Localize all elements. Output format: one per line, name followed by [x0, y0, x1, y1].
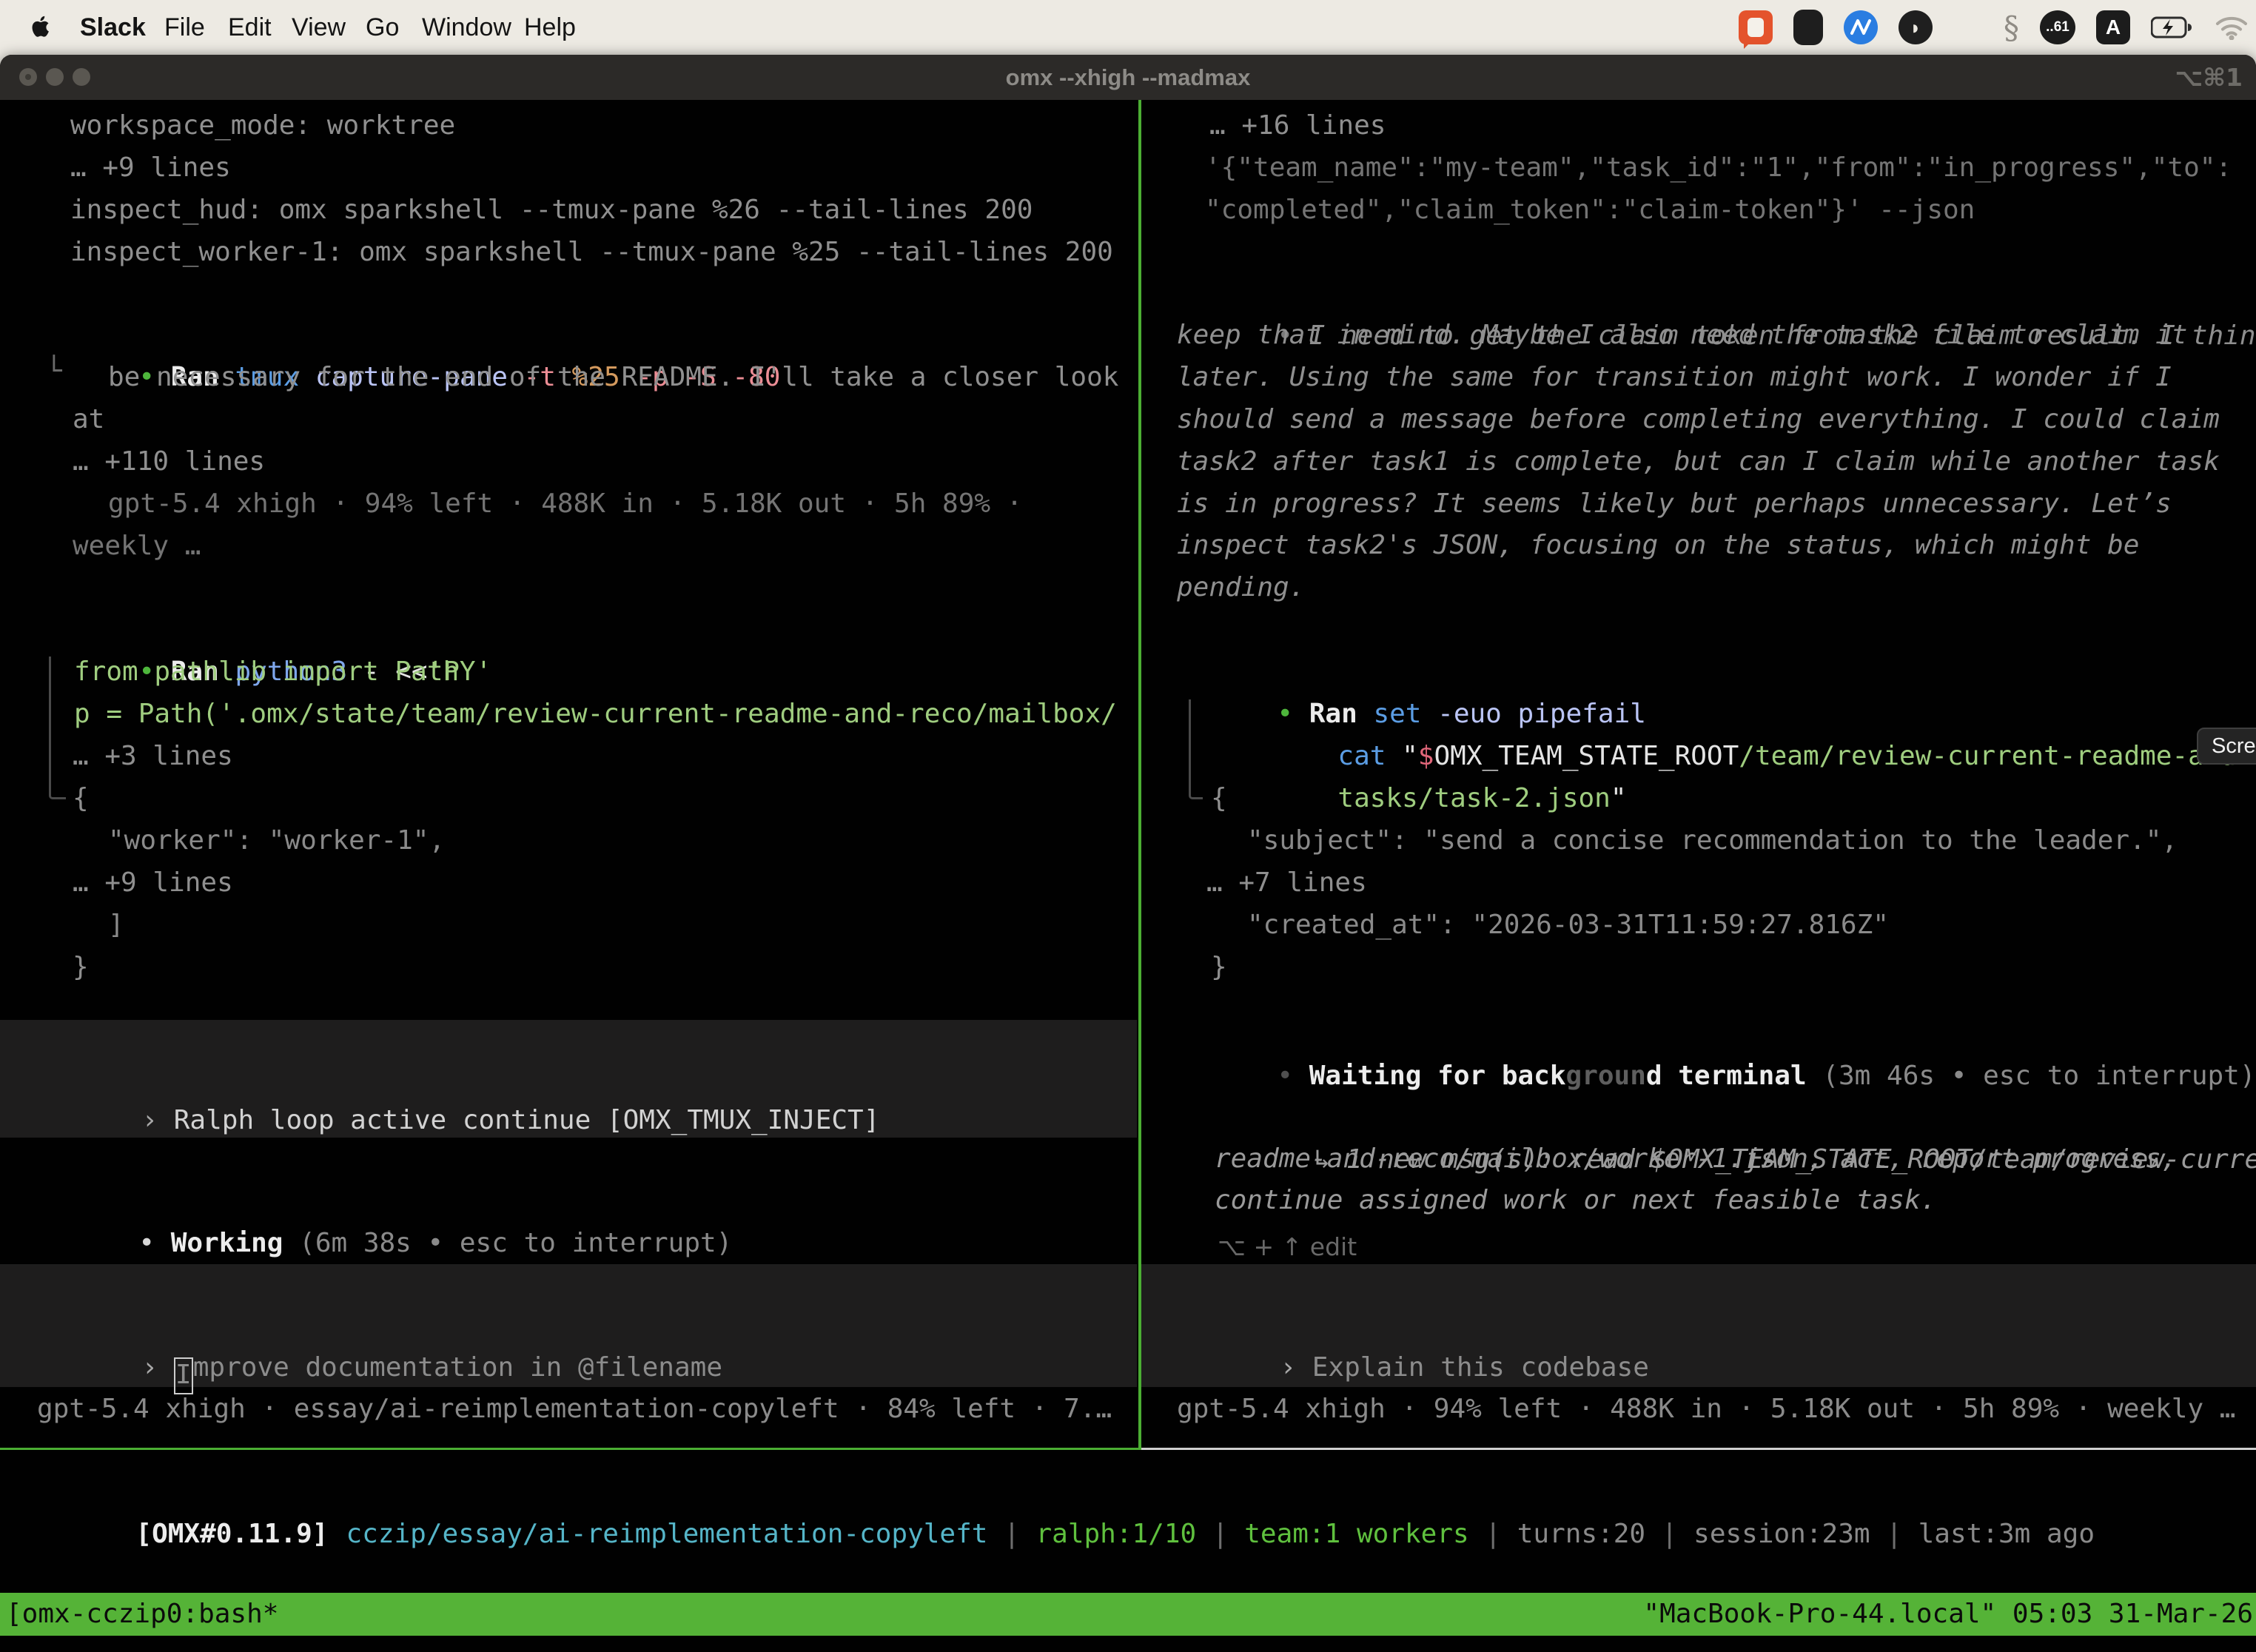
desktop: Slack File Edit View Go Window Help ◗ § … — [0, 0, 2256, 1652]
thinking-text: inspect task2's JSON, focusing on the st… — [1177, 524, 2139, 566]
output-connector-line — [1189, 699, 1203, 799]
apple-menu-icon[interactable] — [31, 14, 52, 43]
thinking-text: should send a message before completing … — [1177, 398, 2220, 440]
shimmer-text: groun — [1566, 1061, 1646, 1091]
window-title: omx --xhigh --madmax — [0, 55, 2256, 100]
omx-project-path: cczip/essay/ai-reimplementation-copyleft — [346, 1519, 987, 1549]
thinking-text: keep that in mind. Maybe I also need the… — [1177, 314, 2187, 356]
heredoc-code: p = Path('.omx/state/team/review-current… — [74, 693, 1117, 735]
menu-item-file[interactable]: File — [164, 0, 205, 55]
log-line-inspect-hud: inspect_hud: omx sparkshell --tmux-pane … — [70, 189, 1033, 231]
ralph-loop-banner-text: › Ralph loop active continue [OMX_TMUX_I… — [13, 1057, 879, 1183]
usage-badge-icon[interactable]: ..61 — [2040, 10, 2075, 44]
prompt-placeholder: mprove documentation in @filename — [193, 1352, 722, 1383]
output-connector-line — [49, 657, 66, 799]
turns-counter: turns:20 — [1517, 1519, 1645, 1549]
working-meta: (6m 38s • esc to interrupt) — [283, 1228, 732, 1258]
omx-version: [OMX#0.11.9] — [135, 1519, 346, 1549]
json-output: { — [73, 777, 89, 819]
prompt-placeholder: Explain this codebase — [1312, 1352, 1649, 1383]
collapsed-lines-indicator[interactable]: … +7 lines — [1206, 862, 1367, 904]
input-source-icon[interactable]: A — [2096, 10, 2130, 44]
menu-item-help[interactable]: Help — [524, 0, 576, 55]
window-shortcut-hint: ⌥⌘1 — [2175, 55, 2243, 100]
json-output: "subject": "send a concise recommendatio… — [1247, 819, 2178, 862]
collapsed-lines-indicator[interactable]: … +16 lines — [1209, 104, 1386, 147]
prompt-chevron-icon: › — [1280, 1352, 1312, 1383]
token-usage-line: gpt-5.4 xhigh · 94% left · 488K in · 5.1… — [108, 483, 1022, 525]
terminal-content: workspace_mode: worktree … +9 lines insp… — [0, 100, 2256, 1652]
status-bullet-icon: • — [1277, 1061, 1309, 1091]
thinking-text: is in progress? It seems likely but perh… — [1177, 483, 2172, 525]
last-activity: last:3m ago — [1918, 1519, 2095, 1549]
battery-icon[interactable] — [2151, 16, 2194, 38]
menu-item-window[interactable]: Window — [422, 0, 511, 55]
collapsed-lines-indicator[interactable]: … +110 lines — [73, 440, 265, 483]
omx-status-line: [OMX#0.11.9]cczip/essay/ai-reimplementat… — [7, 1471, 2095, 1597]
screenshot-app-icon[interactable] — [1739, 10, 1773, 44]
file-path: tasks/task-2.json — [1337, 783, 1610, 813]
json-output: } — [1211, 946, 1227, 988]
team-workers: team:1 workers — [1244, 1519, 1468, 1549]
wifi-icon[interactable] — [2215, 15, 2249, 40]
tmux-host-clock: "MacBook-Pro-44.local" 05:03 31-Mar-26 — [1643, 1593, 2253, 1636]
ralph-counter: ralph:1/10 — [1035, 1519, 1196, 1549]
sync-badge-icon[interactable] — [1844, 10, 1878, 44]
collapsed-lines-indicator[interactable]: … +3 lines — [73, 735, 233, 777]
collapsed-lines-indicator[interactable]: … +9 lines — [73, 862, 233, 904]
terminal-window: omx --xhigh --madmax ⌥⌘1 workspace_mode:… — [0, 55, 2256, 1652]
thinking-text: later. Using the same for transition mig… — [1177, 356, 2172, 398]
command-output: at — [73, 398, 104, 440]
tmux-session-name[interactable]: [omx-cczip0:bash* — [6, 1593, 278, 1636]
model-status-right: gpt-5.4 xhigh · 94% left · 488K in · 5.1… — [1177, 1388, 2235, 1430]
waiting-meta: (3m 46s • esc to interrupt) — [1807, 1061, 2256, 1091]
output-corner-icon: └ — [46, 350, 62, 392]
menu-bar-status-icons: ◗ § ..61 A — [1739, 0, 2249, 55]
json-output: } — [73, 946, 89, 988]
pane-border-right — [1141, 1448, 2256, 1450]
json-output: ] — [108, 904, 124, 946]
status-bullet-icon: • — [138, 1228, 170, 1258]
menu-bar: Slack File Edit View Go Window Help ◗ § … — [0, 0, 2256, 55]
json-output: "worker": "worker-1", — [108, 819, 445, 862]
session-duration: session:23m — [1693, 1519, 1870, 1549]
grid-icon[interactable] — [1953, 13, 1983, 42]
collapsed-lines-indicator[interactable]: … +9 lines — [70, 147, 231, 189]
tmux-status-bar: [omx-cczip0:bash* "MacBook-Pro-44.local"… — [0, 1593, 2256, 1636]
squiggle-icon[interactable]: § — [2004, 10, 2019, 46]
log-line-workspace-mode: workspace_mode: worktree — [70, 104, 455, 147]
json-output: "created_at": "2026-03-31T11:59:27.816Z" — [1247, 904, 1889, 946]
menu-item-go[interactable]: Go — [366, 0, 399, 55]
menu-item-view[interactable]: View — [292, 0, 346, 55]
file-path: /team/review-current-readme-and-reco/ — [1739, 741, 2256, 771]
pane-border-left — [0, 1448, 1138, 1450]
working-label: Working — [171, 1228, 283, 1258]
prompt-chevron-icon: › — [141, 1352, 173, 1383]
chevron-icon: › — [141, 1105, 173, 1135]
mailbox-message: continue assigned work or next feasible … — [1215, 1179, 1936, 1221]
command-json-arg: '{"team_name":"my-team","task_id":"1","f… — [1205, 147, 2232, 189]
tooltip-text: Scre — [2212, 734, 2256, 758]
mailbox-message: readme-and-reco/mailbox/worker-1.json, a… — [1215, 1138, 2177, 1180]
command-json-arg: "completed","claim_token":"claim-token"}… — [1205, 189, 1975, 231]
pane-divider[interactable] — [1138, 100, 1141, 1450]
menu-item-edit[interactable]: Edit — [228, 0, 272, 55]
token-usage-line: weekly … — [73, 525, 201, 567]
title-bar[interactable]: omx --xhigh --madmax ⌥⌘1 — [0, 55, 2256, 101]
thinking-text: task2 after task1 is complete, but can I… — [1177, 440, 2220, 483]
json-output: { — [1211, 777, 1227, 819]
screenshot-tooltip: Scre — [2197, 728, 2256, 765]
edit-hint: ⌥ + ↑ edit — [1218, 1226, 1357, 1268]
authenticator-icon[interactable] — [1793, 10, 1823, 45]
command-output: be necessary for the end of the README. … — [108, 356, 1118, 398]
model-status-left: gpt-5.4 xhigh · essay/ai-reimplementatio… — [37, 1388, 1112, 1430]
moon-icon[interactable]: ◗ — [1899, 10, 1933, 44]
menu-app-name[interactable]: Slack — [80, 0, 146, 55]
heredoc-code: from pathlib import Path — [74, 651, 459, 693]
log-line-inspect-worker: inspect_worker-1: omx sparkshell --tmux-… — [70, 231, 1113, 273]
thinking-text: pending. — [1177, 566, 1305, 608]
